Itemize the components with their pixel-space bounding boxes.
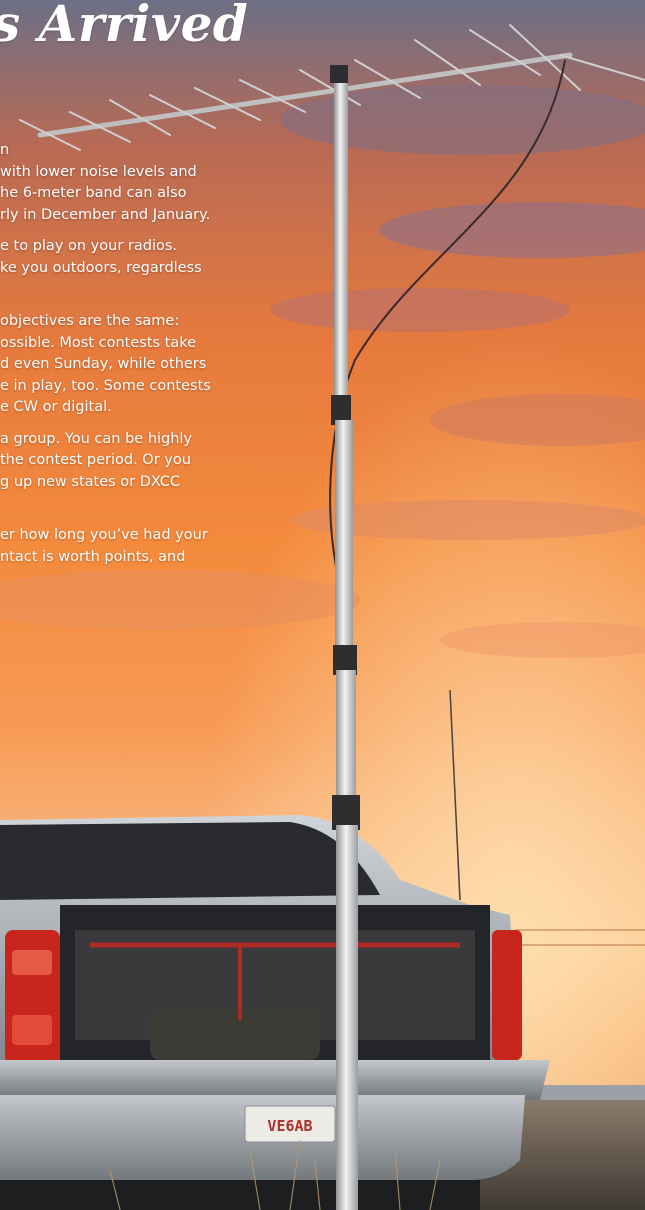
text-line: the contest period. Or you (0, 452, 191, 468)
text-line: n (0, 142, 10, 158)
text-line: he 6-meter band can also (0, 185, 187, 201)
text-line: a group. You can be highly (0, 430, 193, 447)
article-title: s Arrived (0, 0, 249, 53)
text-line: d even Sunday, while others (0, 356, 207, 372)
license-plate-text: VE6AB (267, 1117, 312, 1135)
text-line: rly in December and January. (0, 206, 211, 223)
text-line: e CW or digital. (0, 399, 112, 415)
text-line: g up new states or DXCC (0, 473, 181, 490)
text-line: e in play, too. Some contests (0, 377, 211, 394)
text-line: er how long you’ve had your (0, 527, 208, 543)
paragraph-1: n with lower noise levels and he 6-meter… (0, 140, 300, 226)
right-taillight (492, 930, 522, 1060)
text-line: ke you outdoors, regardless (0, 259, 202, 276)
article-body: n with lower noise levels and he 6-meter… (0, 140, 300, 578)
paragraph-5: er how long you’ve had your ntact is wor… (0, 525, 300, 568)
text-line: ossible. Most contests take (0, 334, 197, 351)
text-line: with lower noise levels and (0, 163, 197, 180)
paragraph-4: a group. You can be highly the contest p… (0, 429, 300, 494)
text-line: objectives are the same: (0, 313, 180, 329)
text-line: ntact is worth points, and (0, 548, 186, 565)
paragraph-2: e to play on your radios. ke you outdoor… (0, 236, 300, 279)
paragraph-3: objectives are the same: ossible. Most c… (0, 311, 300, 419)
text-line: e to play on your radios. (0, 238, 178, 254)
